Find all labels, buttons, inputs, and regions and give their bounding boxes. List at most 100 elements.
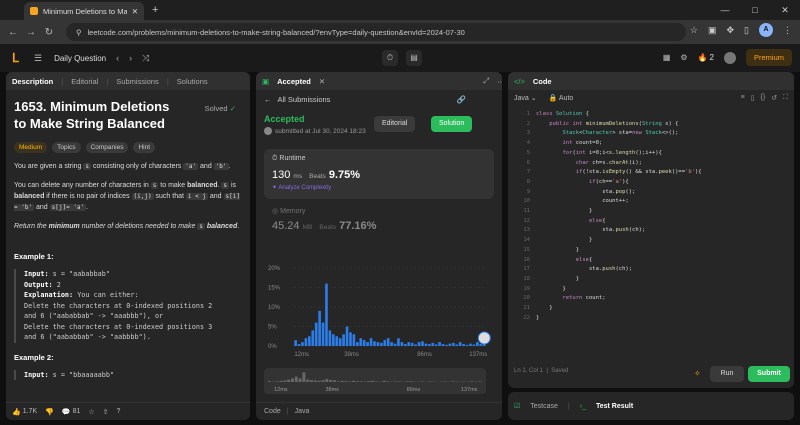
code-line[interactable]: char ch=s.charAt(i); [536, 159, 702, 169]
layout-icon[interactable]: ▦ [663, 53, 671, 62]
code-line[interactable]: class Solution { [536, 110, 702, 120]
maximize-icon[interactable]: □ [740, 0, 770, 20]
prev-problem-icon[interactable]: ‹ [116, 53, 119, 63]
leetcode-logo-icon[interactable]: ᒪ [12, 51, 24, 65]
leetcode-favicon-icon [30, 7, 38, 15]
next-problem-icon[interactable]: › [129, 53, 132, 63]
url-bar[interactable]: ⚲ leetcode.com/problems/minimum-deletion… [66, 23, 686, 41]
hint-chip[interactable]: Hint [133, 142, 156, 153]
tab-test-result[interactable]: Test Result [596, 403, 633, 410]
language-select[interactable]: Java ⌄ [514, 94, 537, 102]
tab-accepted[interactable]: Accepted [277, 77, 311, 86]
code-line[interactable]: return count; [536, 294, 702, 304]
solution-button[interactable]: Solution [431, 116, 473, 132]
notes-icon[interactable]: ▤ [406, 50, 422, 66]
code-line[interactable]: if(ch=='a'){ [536, 178, 702, 188]
sidepanel-icon[interactable]: ▯ [744, 25, 749, 36]
tab-editorial[interactable]: Editorial [71, 77, 98, 86]
analyze-complexity-link[interactable]: ✦ Analyze Complexity [272, 184, 486, 191]
code-line[interactable]: if(!sta.isEmpty() && sta.peek()=='b'){ [536, 168, 702, 178]
reset-icon[interactable]: ↺ [771, 94, 777, 102]
companies-chip[interactable]: Companies [85, 142, 129, 153]
premium-button[interactable]: Premium [745, 49, 792, 66]
user-avatar[interactable] [723, 51, 736, 64]
forward-icon[interactable]: → [22, 27, 40, 38]
run-button[interactable]: Run [710, 366, 744, 382]
tab-description[interactable]: Description [12, 77, 53, 86]
back-icon[interactable]: ← [4, 27, 22, 38]
explanation-line: Delete the characters at 0-indexed posit… [24, 301, 213, 310]
browser-menu-icon[interactable]: ⋮ [783, 25, 792, 36]
link-icon[interactable]: 🔗 [456, 95, 465, 104]
share-icon[interactable]: ⇪ [103, 408, 109, 416]
extension-icon[interactable]: ▣ [708, 25, 717, 36]
runtime-card[interactable]: ⏱ Runtime 130 ms Beats 9.75% ✦ Analyze C… [264, 149, 494, 199]
reload-icon[interactable]: ↻ [40, 27, 58, 38]
code-line[interactable]: int count=0; [536, 139, 702, 149]
like-icon[interactable]: 👍 [12, 408, 21, 416]
runtime-distribution-chart[interactable]: 20% 15% 10% 5% 0% 12ms 38ms 86ms 137ms [264, 260, 494, 360]
streak-fire-icon[interactable]: 🔥 [698, 53, 708, 62]
window-controls: — □ ✕ [710, 0, 800, 20]
code-content[interactable]: class Solution { public int minimumDelet… [536, 110, 702, 323]
timer-icon[interactable]: ⏱ [382, 50, 398, 66]
close-tab-icon[interactable]: ✕ [132, 7, 138, 16]
code-line[interactable]: sta.push(ch); [536, 265, 702, 275]
editorial-button[interactable]: Editorial [374, 116, 416, 132]
more-icon[interactable]: ⋯ [497, 77, 502, 86]
favorite-star-icon[interactable]: ☆ [88, 408, 94, 416]
code-line[interactable]: for(int i=0;i<s.length();i++){ [536, 149, 702, 159]
help-icon[interactable]: ? [117, 408, 121, 415]
code-editor[interactable]: 1 2 3 4 5 6 7 8 9 10 11 12 13 14 15 16 17 18 19 20 21 22 clas… [508, 110, 794, 360]
code-line[interactable]: else{ [536, 256, 702, 266]
memory-card[interactable]: ◎ Memory 45.24 MB Beats 77.16% [264, 207, 494, 232]
code-line[interactable]: count++; [536, 197, 702, 207]
code-line[interactable]: public int minimumDeletions(String s) { [536, 120, 702, 130]
fullscreen-icon[interactable]: ⛶ [783, 94, 788, 102]
minimap-bar [287, 379, 291, 382]
runtime-minimap[interactable]: 12ms 38ms 86ms 137ms [264, 368, 486, 394]
site-info-icon[interactable]: ⚲ [76, 28, 82, 37]
expand-icon[interactable]: ⤢ [483, 76, 489, 86]
problem-title[interactable]: 1653. Minimum Deletions to Make String B… [14, 98, 184, 132]
code-line[interactable]: sta.pop(); [536, 188, 702, 198]
tab-submissions[interactable]: Submissions [116, 77, 159, 86]
problem-list-icon[interactable]: ☰ [34, 53, 42, 64]
close-tab-icon[interactable]: ✕ [319, 77, 325, 86]
dislike-icon[interactable]: 👎 [45, 408, 54, 416]
bookmark-star-icon[interactable]: ☆ [690, 25, 698, 36]
minimize-icon[interactable]: — [710, 0, 740, 20]
code-line[interactable]: else{ [536, 217, 702, 227]
code-line[interactable]: Stack<Character> sta=new Stack<>(); [536, 129, 702, 139]
tab-code[interactable]: Code [533, 77, 552, 86]
shuffle-icon[interactable]: ⤨ [142, 53, 149, 64]
braces-icon[interactable]: {} [761, 94, 766, 102]
code-line[interactable]: } [536, 207, 702, 217]
format-icon[interactable]: ≡ [741, 94, 745, 102]
extensions-puzzle-icon[interactable]: ✥ [727, 25, 735, 36]
settings-gear-icon[interactable]: ⚙ [680, 53, 687, 62]
new-tab-icon[interactable]: + [152, 4, 158, 16]
tab-solutions[interactable]: Solutions [177, 77, 208, 86]
code-line[interactable]: } [536, 285, 702, 295]
submit-button[interactable]: Submit [748, 366, 790, 382]
browser-tab[interactable]: Minimum Deletions to Make S ✕ [24, 2, 144, 20]
code-line[interactable]: } [536, 275, 702, 285]
magic-wand-icon[interactable]: ✧ [694, 369, 701, 378]
comment-icon[interactable]: 💬 [62, 408, 71, 416]
tab-testcase[interactable]: Testcase [530, 403, 558, 410]
close-window-icon[interactable]: ✕ [770, 0, 800, 20]
daily-question-link[interactable]: Daily Question [54, 54, 106, 63]
auto-mode[interactable]: 🔒 Auto [549, 94, 574, 102]
code-line[interactable]: } [536, 236, 702, 246]
code-line[interactable]: } [536, 304, 702, 314]
profile-avatar[interactable]: A [759, 23, 773, 37]
back-arrow-icon[interactable]: ← [264, 95, 272, 104]
code-line[interactable]: sta.push(ch); [536, 226, 702, 236]
all-submissions-link[interactable]: All Submissions [278, 95, 331, 104]
code-line[interactable]: } [536, 314, 702, 324]
topics-chip[interactable]: Topics [52, 142, 81, 153]
histogram-bar [424, 343, 428, 346]
code-line[interactable]: } [536, 246, 702, 256]
bookmark-icon[interactable]: ▯ [751, 94, 755, 102]
